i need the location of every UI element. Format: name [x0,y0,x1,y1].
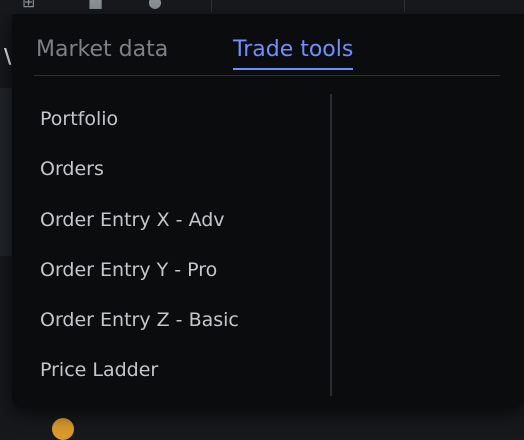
menu-item-price-ladder[interactable]: Price Ladder [40,345,300,395]
toolbar-separator [211,0,212,12]
column-divider [330,94,332,396]
tabs-divider [34,75,500,76]
tab-market-data[interactable]: Market data [36,34,168,66]
menu-item-order-entry-x[interactable]: Order Entry X - Adv [40,195,300,245]
background-text-fragment: \ [4,44,12,68]
active-tab-indicator [233,68,354,70]
coin-icon [52,418,74,440]
toolbar-separator [404,0,405,12]
menu-item-orders[interactable]: Orders [40,144,300,194]
trade-tools-menu: Portfolio Orders Order Entry X - Adv Ord… [40,94,300,396]
menu-item-order-entry-y[interactable]: Order Entry Y - Pro [40,245,300,295]
add-icon[interactable]: ⊞ [22,0,35,10]
menu-item-order-entry-z[interactable]: Order Entry Z - Basic [40,295,300,345]
background-panel [0,88,12,256]
tab-label: Trade tools [233,37,354,62]
tab-label: Market data [36,37,169,62]
menu-item-portfolio[interactable]: Portfolio [40,94,300,144]
tools-popup: Market data Trade tools Portfolio Orders… [12,14,524,408]
background-toolbar: ⊞ ■ ● [0,0,524,14]
circle-icon[interactable]: ● [148,0,162,10]
tab-trade-tools[interactable]: Trade tools [233,34,354,70]
square-icon[interactable]: ■ [88,0,103,10]
